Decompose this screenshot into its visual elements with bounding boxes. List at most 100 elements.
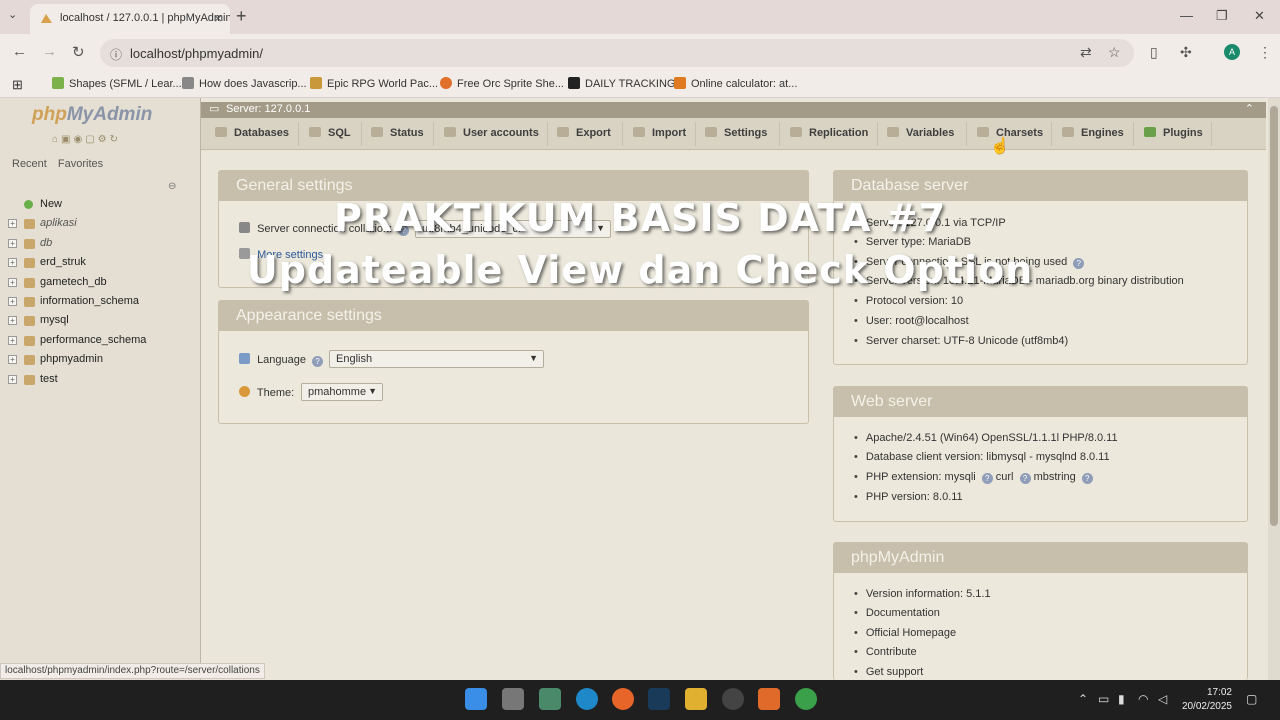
language-select[interactable]: English ▼ xyxy=(329,350,544,368)
tab-replication[interactable]: Replication xyxy=(790,127,868,139)
tab-recent[interactable]: Recent xyxy=(12,158,47,170)
maximize-icon[interactable]: ❐ xyxy=(1216,8,1228,24)
user-accounts-icon xyxy=(444,127,456,137)
help-icon[interactable]: ? xyxy=(1019,473,1031,484)
bookmark-star-icon[interactable]: ☆ xyxy=(1108,44,1121,61)
tab-charsets[interactable]: Charsets xyxy=(977,127,1043,139)
tab-variables[interactable]: Variables xyxy=(887,127,954,139)
bookmark-item[interactable]: DAILY TRACKING xyxy=(568,77,675,90)
tab-databases[interactable]: Databases xyxy=(215,127,289,139)
task-view-icon[interactable] xyxy=(502,688,524,710)
menu-separator xyxy=(877,122,878,146)
bookmark-item[interactable]: Free Orc Sprite She... xyxy=(440,77,564,90)
tree-item-database[interactable]: + phpmyadmin xyxy=(8,353,146,372)
clock-date: 20/02/2025 xyxy=(1181,701,1232,712)
help-icon[interactable]: ? xyxy=(981,473,993,484)
web-server-panel: Web server Apache/2.4.51 (Win64) OpenSSL… xyxy=(833,386,1248,522)
link-with-main-panel-icon[interactable]: ⊖ xyxy=(168,181,176,192)
expand-icon[interactable]: + xyxy=(8,374,17,384)
tab-search-icon[interactable]: ⌄ xyxy=(8,8,17,21)
tab-status[interactable]: Status xyxy=(371,127,424,139)
quick-links-icons[interactable]: ⌂▣◉▢⚙↻ xyxy=(52,134,121,145)
bookmark-item[interactable]: Shapes (SFML / Lear... xyxy=(52,77,182,90)
phpmyadmin-favicon-icon xyxy=(41,14,52,23)
app-icon[interactable] xyxy=(648,688,670,710)
tab-sql[interactable]: SQL xyxy=(309,127,351,139)
list-item: Apache/2.4.51 (Win64) OpenSSL/1.1.1l PHP… xyxy=(854,432,1118,444)
expand-icon[interactable]: + xyxy=(8,355,17,365)
documentation-link[interactable]: Documentation xyxy=(854,607,940,619)
sidepanel-icon[interactable]: ▯ xyxy=(1150,44,1158,61)
expand-icon[interactable]: + xyxy=(8,335,17,345)
tab-settings[interactable]: Settings xyxy=(705,127,767,139)
tree-item-database[interactable]: + test xyxy=(8,373,146,392)
bookmark-favicon-icon xyxy=(182,77,194,89)
clock-time: 17:02 xyxy=(1206,687,1232,698)
wifi-icon[interactable]: ◠ xyxy=(1138,692,1148,706)
bookmark-item[interactable]: Online calculator: at... xyxy=(674,77,797,90)
tree-item-database[interactable]: + performance_schema xyxy=(8,334,146,353)
firefox-icon[interactable] xyxy=(612,688,634,710)
file-explorer-icon[interactable] xyxy=(685,688,707,710)
site-info-icon[interactable]: ⓘ xyxy=(110,46,122,63)
server-breadcrumb-bar: ▭ Server: 127.0.0.1 ⌃ xyxy=(201,102,1266,118)
tab-import[interactable]: Import xyxy=(633,127,686,139)
tray-chevron-icon[interactable]: ⌃ xyxy=(1078,692,1088,706)
tab-export[interactable]: Export xyxy=(557,127,611,139)
start-icon[interactable] xyxy=(465,688,487,710)
forward-icon[interactable]: → xyxy=(42,43,57,60)
battery-icon[interactable]: ▭ xyxy=(1098,692,1109,706)
close-window-icon[interactable]: ✕ xyxy=(1254,8,1265,24)
more-menu-icon[interactable]: ⋮ xyxy=(1258,44,1272,61)
minimize-icon[interactable]: — xyxy=(1180,8,1193,23)
xampp-icon[interactable] xyxy=(758,688,780,710)
tab-user-accounts[interactable]: User accounts xyxy=(444,127,539,139)
url-bar[interactable]: ⓘ localhost/phpmyadmin/ xyxy=(100,39,1134,67)
homepage-link[interactable]: Official Homepage xyxy=(854,627,956,639)
support-link[interactable]: Get support xyxy=(854,666,923,678)
translate-icon[interactable]: ⇄ xyxy=(1080,44,1092,61)
microphone-icon[interactable]: ▮ xyxy=(1118,692,1125,706)
tab-favorites[interactable]: Favorites xyxy=(58,158,103,170)
contribute-link[interactable]: Contribute xyxy=(854,646,917,658)
tree-item-database[interactable]: + information_schema xyxy=(8,295,146,314)
bookmark-item[interactable]: How does Javascrip... xyxy=(182,77,307,90)
taskbar-clock[interactable]: 17:02 20/02/2025 xyxy=(1180,686,1232,714)
tab-engines[interactable]: Engines xyxy=(1062,127,1124,139)
profile-avatar[interactable]: A xyxy=(1224,44,1240,60)
theme-select[interactable]: pmahomme ▼ xyxy=(301,383,383,401)
volume-icon[interactable]: ◁ xyxy=(1158,692,1167,706)
back-icon[interactable]: ← xyxy=(12,43,27,60)
expand-icon[interactable]: + xyxy=(8,296,17,306)
charsets-icon xyxy=(977,127,989,137)
new-tab-icon[interactable]: + xyxy=(236,6,247,27)
expand-icon[interactable]: + xyxy=(8,316,17,326)
reload-icon[interactable]: ↻ xyxy=(72,43,85,61)
extensions-icon[interactable]: ✣ xyxy=(1180,44,1192,61)
help-icon[interactable]: ? xyxy=(1081,473,1093,484)
widgets-icon[interactable] xyxy=(539,688,561,710)
tab-plugins[interactable]: Plugins xyxy=(1144,127,1203,139)
help-icon[interactable]: ? xyxy=(312,356,324,367)
url-text: localhost/phpmyadmin/ xyxy=(130,46,263,61)
unity-icon[interactable] xyxy=(722,688,744,710)
databases-icon xyxy=(215,127,227,137)
notifications-icon[interactable]: ▢ xyxy=(1246,692,1257,706)
export-icon xyxy=(557,127,569,137)
link-preview-status: localhost/phpmyadmin/index.php?route=/se… xyxy=(0,663,265,679)
chrome-icon[interactable] xyxy=(795,688,817,710)
collapse-icon[interactable]: ⌃ xyxy=(1245,102,1254,115)
server-breadcrumb[interactable]: Server: 127.0.0.1 xyxy=(226,103,310,115)
tree-item-database[interactable]: + mysql xyxy=(8,314,146,333)
apps-grid-icon[interactable]: ⊞ xyxy=(12,77,23,93)
bookmark-item[interactable]: Epic RPG World Pac... xyxy=(310,77,438,90)
close-tab-icon[interactable]: × xyxy=(214,10,222,26)
theme-setting: Theme: xyxy=(239,386,294,399)
panel-title: phpMyAdmin xyxy=(834,543,1247,573)
page-scrollbar[interactable] xyxy=(1268,98,1280,680)
expand-icon[interactable]: + xyxy=(8,238,17,248)
scrollbar-thumb[interactable] xyxy=(1270,106,1278,526)
edge-icon[interactable] xyxy=(576,688,598,710)
browser-tab[interactable]: localhost / 127.0.0.1 | phpMyAdmin × xyxy=(30,4,230,34)
phpmyadmin-logo[interactable]: phpMyAdmin xyxy=(32,104,152,126)
